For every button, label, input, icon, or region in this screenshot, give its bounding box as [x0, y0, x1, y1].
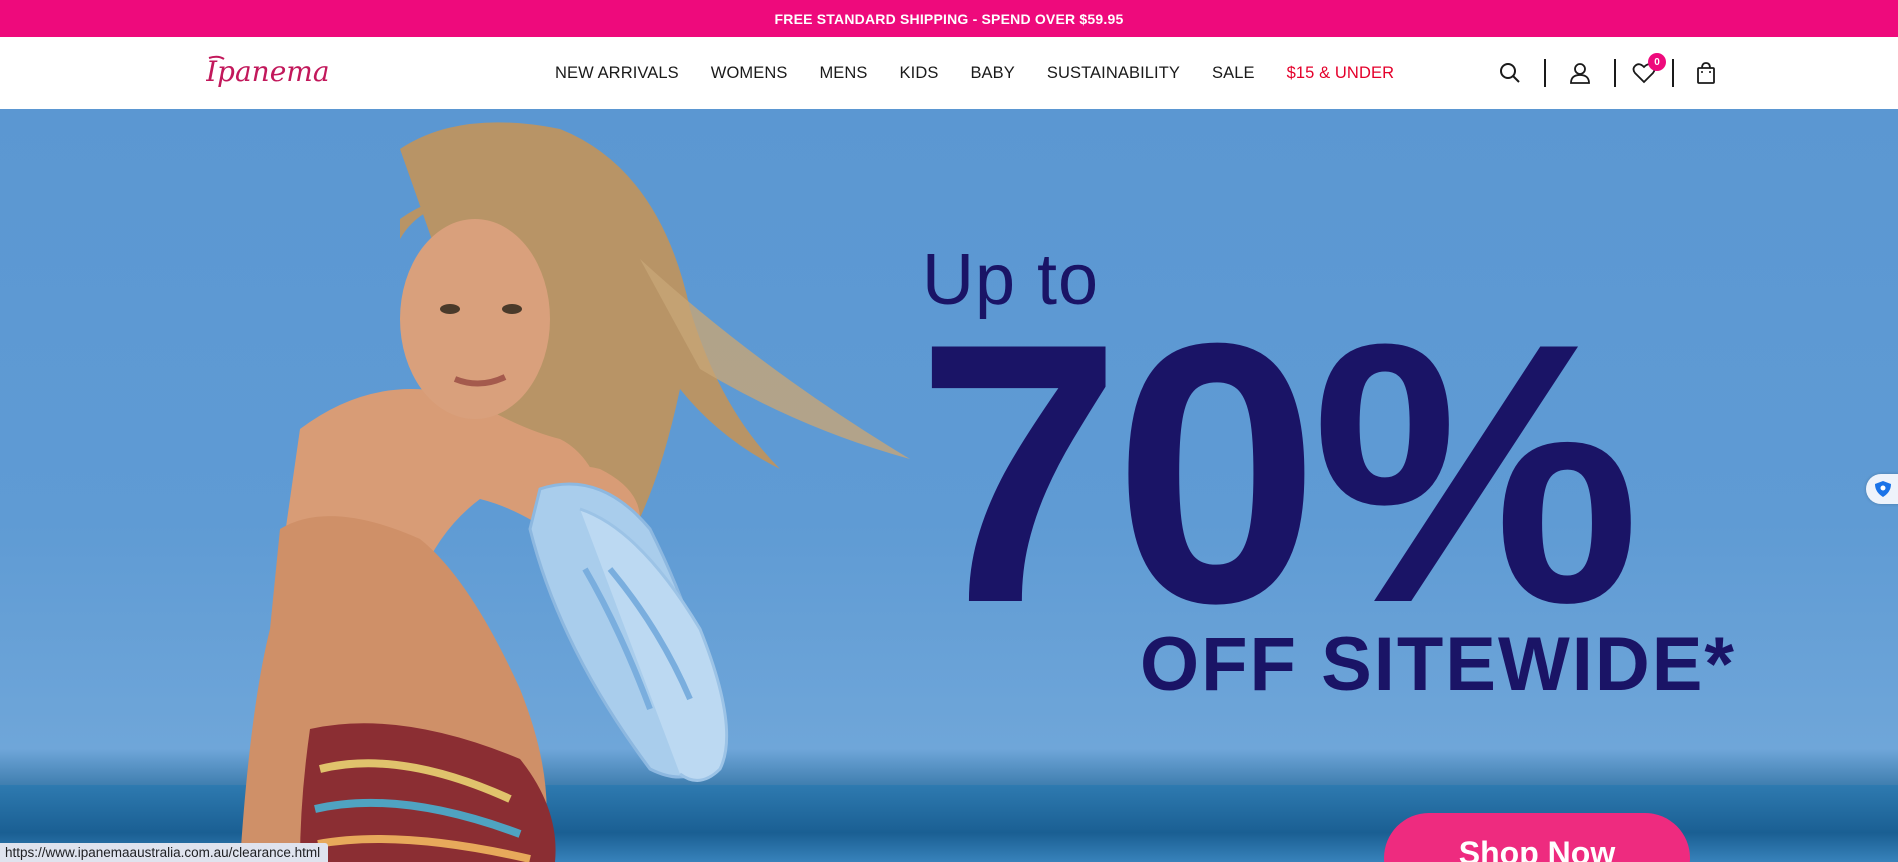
shop-now-button[interactable]: Shop Now	[1384, 813, 1690, 862]
bag-icon[interactable]	[1692, 59, 1720, 87]
promo-bar: FREE STANDARD SHIPPING - SPEND OVER $59.…	[0, 0, 1898, 37]
hero-off-sitewide-text: OFF SITEWIDE*	[1140, 622, 1736, 707]
search-icon[interactable]	[1496, 59, 1524, 87]
logo-letters: Ipanema	[206, 55, 330, 88]
site-header: Ipanema NEW ARRIVALS WOMENS MENS KIDS BA…	[0, 37, 1898, 109]
promo-text: FREE STANDARD SHIPPING - SPEND OVER $59.…	[774, 10, 1124, 27]
logo-wordmark: Ipanema	[206, 55, 330, 88]
header-divider	[1672, 59, 1674, 87]
wishlist-icon[interactable]: 0	[1630, 53, 1666, 87]
nav-womens[interactable]: WOMENS	[711, 64, 788, 83]
header-divider	[1614, 59, 1616, 87]
hero-banner[interactable]: Up to 70% OFF SITEWIDE* Shop Now	[0, 109, 1898, 862]
hero-model-image	[240, 122, 910, 862]
nav-15-and-under[interactable]: $15 & UNDER	[1287, 64, 1394, 83]
nav-mens[interactable]: MENS	[819, 64, 867, 83]
nav-new-arrivals[interactable]: NEW ARRIVALS	[555, 64, 679, 83]
main-nav: NEW ARRIVALS WOMENS MENS KIDS BABY SUSTA…	[555, 37, 1426, 109]
header-actions: 0	[1496, 37, 1720, 109]
ipanema-logo[interactable]: Ipanema	[206, 53, 340, 93]
nav-kids[interactable]: KIDS	[900, 64, 939, 83]
hero-percent-text: 70%	[916, 267, 1641, 680]
nav-sale[interactable]: SALE	[1212, 64, 1255, 83]
account-icon[interactable]	[1566, 59, 1594, 87]
accessibility-widget-icon[interactable]	[1866, 474, 1898, 504]
wishlist-count-badge: 0	[1648, 53, 1666, 71]
nav-baby[interactable]: BABY	[970, 64, 1014, 83]
status-bar-url: https://www.ipanemaaustralia.com.au/clea…	[0, 843, 329, 862]
nav-sustainability[interactable]: SUSTAINABILITY	[1047, 64, 1180, 83]
header-divider	[1544, 59, 1546, 87]
